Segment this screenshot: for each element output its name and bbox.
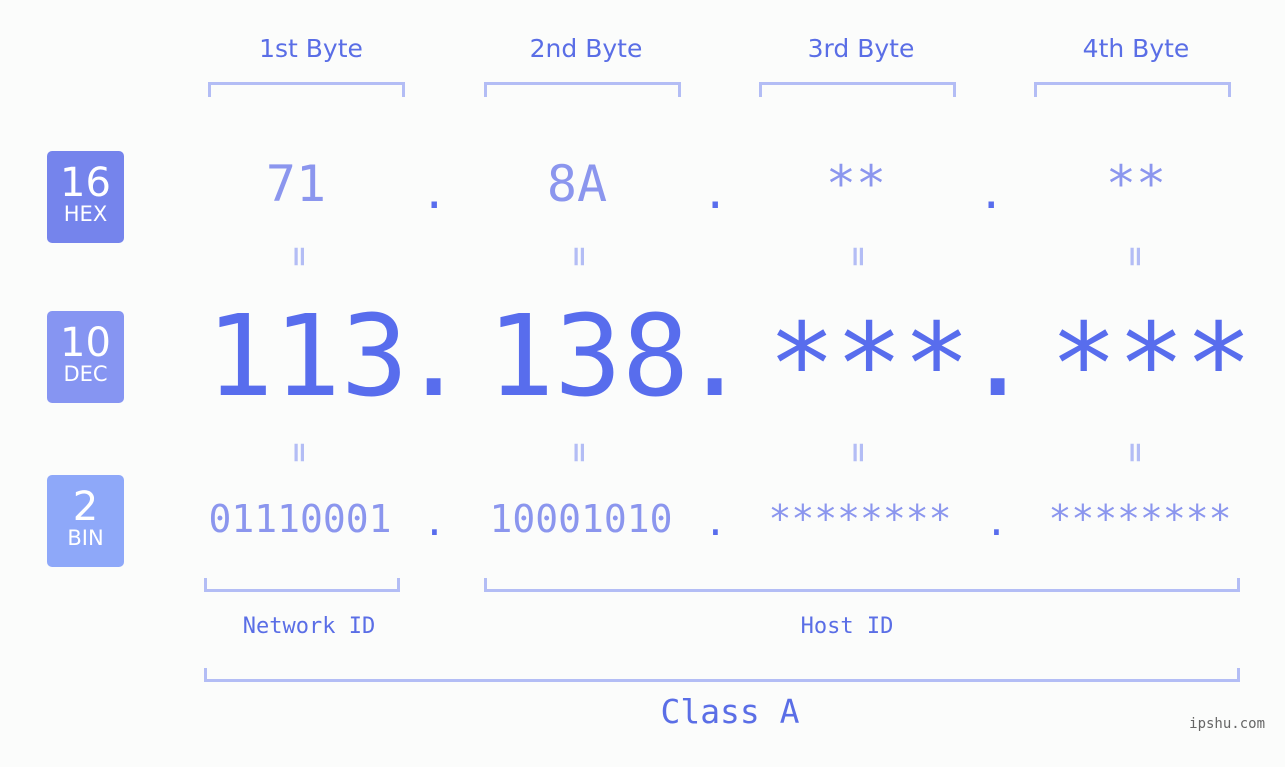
bin-badge-number: 2 [72,484,99,530]
byte-header-1: 1st Byte [259,34,363,63]
hex-badge: 16 HEX [47,151,124,243]
class-label: Class A [660,692,800,731]
dec-byte-4: *** [1050,300,1253,430]
byte-header-2: 2nd Byte [529,34,643,63]
hex-byte-2: 8A [546,155,608,213]
hex-byte-3: ** [825,155,887,213]
host-id-label: Host ID [800,614,894,639]
hex-byte-4: ** [1105,155,1167,213]
bin-separator-3: . [985,500,1008,544]
watermark: ipshu.com [1189,716,1265,732]
hex-byte-1: 71 [265,155,327,213]
dec-badge-label: DEC [63,362,108,386]
equals-icon: = [842,244,876,269]
equals-icon: = [563,244,597,269]
byte-bracket-1 [208,82,405,97]
byte-bracket-2 [484,82,681,97]
dec-byte-1: 113 [206,292,409,422]
bin-separator-2: . [704,500,727,544]
dec-separator-2: . [681,292,749,422]
equals-icon: = [563,440,597,465]
class-bracket [204,668,1240,682]
hex-separator-2: . [702,168,729,219]
dec-separator-1: . [400,292,468,422]
equals-icon: = [1119,440,1153,465]
bin-byte-2: 10001010 [489,497,673,541]
equals-icon: = [283,244,317,269]
byte-bracket-4 [1034,82,1231,97]
byte-bracket-3 [759,82,956,97]
dec-separator-3: . [964,292,1032,422]
hex-separator-3: . [978,168,1005,219]
dec-badge: 10 DEC [47,311,124,403]
host-id-bracket [484,578,1240,592]
dec-badge-number: 10 [60,320,111,366]
byte-header-3: 3rd Byte [807,34,915,63]
hex-badge-number: 16 [60,160,111,206]
hex-badge-label: HEX [63,202,108,226]
bin-byte-1: 01110001 [208,497,392,541]
dec-byte-3: *** [768,300,971,430]
equals-icon: = [842,440,876,465]
bin-byte-3: ******** [768,497,952,541]
bin-separator-1: . [423,500,446,544]
equals-icon: = [1119,244,1153,269]
bin-byte-4: ******** [1048,497,1232,541]
bin-badge: 2 BIN [47,475,124,567]
dec-byte-2: 138 [487,292,690,422]
byte-header-4: 4th Byte [1082,34,1190,63]
equals-icon: = [283,440,317,465]
bin-badge-label: BIN [67,526,104,550]
network-id-bracket [204,578,400,592]
network-id-label: Network ID [242,614,376,639]
hex-separator-1: . [421,168,448,219]
